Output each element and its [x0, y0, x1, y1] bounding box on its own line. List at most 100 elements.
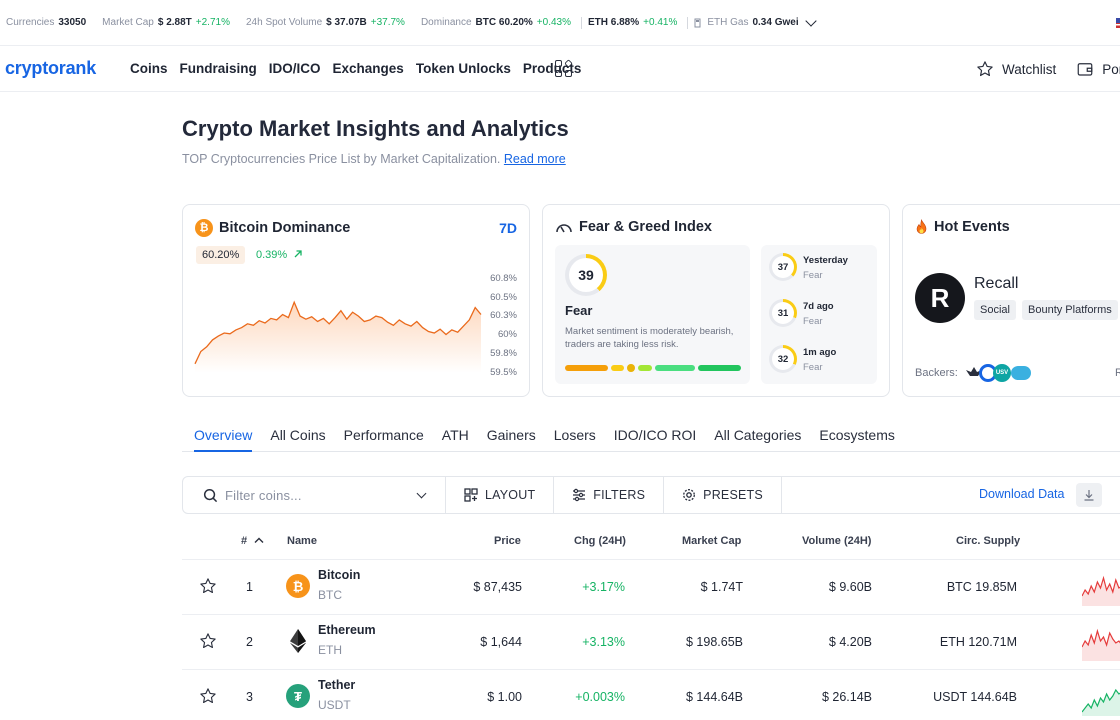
watchlist-star-icon[interactable]: [199, 632, 217, 650]
table-row[interactable]: 1 ₿ Bitcoin BTC $ 87,435 +3.17% $ 1.74T $ 9.60B…: [182, 560, 1120, 615]
subtitle-text: TOP Cryptocurrencies Price List by Marke…: [182, 152, 501, 166]
ticker-label: Dominance: [420, 17, 472, 28]
us-flag-icon[interactable]: [1116, 18, 1120, 28]
gear-icon: [683, 489, 696, 501]
tab-ecosystems[interactable]: Ecosystems: [810, 420, 903, 451]
coin-symbol: ETH: [318, 643, 342, 657]
ticker-label: ETH Gas: [707, 17, 749, 28]
col-circ-supply[interactable]: Circ. Supply: [956, 535, 1020, 547]
history-value: 31: [772, 302, 794, 324]
table-row[interactable]: 3 ₮ Tether USDT $ 1.00 +0.003% $ 144.64B $ 26.1…: [182, 670, 1120, 720]
range-selector[interactable]: 7D: [499, 220, 517, 236]
col-market-cap[interactable]: Market Cap: [682, 535, 741, 547]
ticker-eth-gas[interactable]: ETH Gas 0.34 Gwei: [694, 14, 817, 28]
nav-item-fundraising[interactable]: Fundraising: [180, 61, 257, 76]
ticker-change: +0.41%: [643, 17, 678, 28]
ticker-value: $ 2.88T: [157, 17, 192, 28]
portfolio-link[interactable]: Portfo: [1102, 62, 1120, 77]
hot-events-card[interactable]: Hot Events R Recall Social Bounty Platfo…: [902, 204, 1120, 397]
tab-all-coins[interactable]: All Coins: [261, 420, 334, 451]
tab-gainers[interactable]: Gainers: [478, 420, 545, 451]
bitcoin-dominance-card[interactable]: ₿ Bitcoin Dominance 7D 60.20% 0.39% 60.8%…: [182, 204, 530, 397]
ticker-label: Currencies: [6, 17, 55, 28]
col-rank[interactable]: #: [241, 535, 264, 547]
price-sparkline: [1082, 628, 1120, 661]
download-button[interactable]: [1076, 483, 1102, 507]
dominance-area: [195, 302, 481, 373]
supply-cell: USDT 144.64B: [933, 690, 1017, 704]
volume-cell: $ 9.60B: [828, 580, 872, 594]
col-name[interactable]: Name: [287, 535, 317, 547]
nav-item-ido-ico[interactable]: IDO/ICO: [269, 61, 321, 76]
table-toolbar: Filter coins... LAYOUT FILTERS PRESETS D…: [182, 476, 1120, 514]
ticker-spot-volume: 24h Spot Volume $ 37.07B +37.7%: [246, 17, 405, 28]
search-input[interactable]: Filter coins...: [225, 488, 302, 503]
chevron-down-icon[interactable]: [416, 488, 427, 499]
usdt-icon: ₮: [286, 684, 310, 708]
nav-item-coins[interactable]: Coins: [130, 61, 168, 76]
sentiment-scale-bar: [565, 364, 741, 372]
event-tag[interactable]: Social: [974, 300, 1016, 320]
table-tabs: Overview All Coins Performance ATH Gaine…: [182, 420, 1120, 452]
nav-item-token-unlocks[interactable]: Token Unlocks: [416, 61, 511, 76]
coin-name[interactable]: Tether: [318, 678, 355, 692]
market-cap-cell: $ 144.64B: [686, 690, 743, 704]
card-title: Hot Events: [915, 219, 1010, 235]
page-subtitle: TOP Cryptocurrencies Price List by Marke…: [182, 152, 566, 166]
ticker-change: +37.7%: [370, 17, 405, 28]
presets-label: PRESETS: [703, 488, 763, 502]
coin-name[interactable]: Bitcoin: [318, 568, 360, 582]
rank-cell: 1: [246, 580, 253, 594]
col-volume[interactable]: Volume (24H): [802, 535, 871, 547]
col-price[interactable]: Price: [494, 535, 521, 547]
page-title: Crypto Market Insights and Analytics: [182, 116, 569, 141]
backer-logo[interactable]: [1011, 366, 1031, 380]
card-title-text: Hot Events: [934, 219, 1010, 235]
change-cell: +3.17%: [582, 580, 625, 594]
dominance-chart[interactable]: [194, 273, 495, 383]
backer-logo[interactable]: USV: [993, 364, 1011, 382]
watchlist-link[interactable]: Watchlist: [1002, 62, 1056, 77]
chevron-down-icon[interactable]: [804, 14, 817, 27]
coin-name[interactable]: Ethereum: [318, 623, 376, 637]
col-chg[interactable]: Chg (24H): [574, 535, 626, 547]
nav-item-exchanges[interactable]: Exchanges: [333, 61, 404, 76]
tab-all-categories[interactable]: All Categories: [705, 420, 810, 451]
presets-button[interactable]: PRESETS: [664, 477, 782, 513]
products-grid-icon[interactable]: [555, 59, 573, 78]
scale-segment: [638, 365, 652, 371]
read-more-link[interactable]: Read more: [504, 152, 566, 166]
star-icon[interactable]: [976, 60, 994, 78]
y-axis-label: 59.8%: [490, 347, 517, 359]
price-cell: $ 87,435: [473, 580, 522, 594]
y-axis-label: 60%: [497, 329, 517, 341]
table-row[interactable]: 2 Ethereum ETH $ 1,644 +3.13% $ 198.65B $ 4.20…: [182, 615, 1120, 670]
watchlist-star-icon[interactable]: [199, 687, 217, 705]
tab-ath[interactable]: ATH: [433, 420, 478, 451]
tab-performance[interactable]: Performance: [335, 420, 433, 451]
recall-logo[interactable]: R: [915, 273, 965, 323]
download-data-link[interactable]: Download Data: [979, 487, 1064, 501]
tab-losers[interactable]: Losers: [545, 420, 605, 451]
dominance-value: 60.20%: [196, 246, 246, 264]
price-cell: $ 1,644: [480, 635, 522, 649]
event-name[interactable]: Recall: [974, 275, 1018, 293]
supply-cell: ETH 120.71M: [939, 635, 1017, 649]
scale-segment: [565, 365, 608, 371]
tab-overview[interactable]: Overview: [182, 420, 261, 452]
eth-icon: [286, 629, 310, 653]
watchlist-star-icon[interactable]: [199, 577, 217, 595]
card-title: Fear & Greed Index: [555, 219, 712, 235]
filter-coins-search[interactable]: Filter coins...: [183, 477, 446, 513]
cryptorank-logo[interactable]: cryptorank: [5, 58, 96, 79]
event-tag[interactable]: Bounty Platforms: [1022, 300, 1118, 320]
ticker-market-cap: Market Cap $ 2.88T +2.71%: [102, 17, 230, 28]
tab-ido-ico-roi[interactable]: IDO/ICO ROI: [605, 420, 705, 451]
volume-cell: $ 4.20B: [828, 635, 872, 649]
wallet-icon[interactable]: [1076, 60, 1094, 78]
y-axis-label: 59.5%: [490, 366, 517, 378]
sort-asc-icon[interactable]: [254, 536, 264, 544]
fear-greed-card[interactable]: Fear & Greed Index 39 Fear Market sentim…: [542, 204, 890, 397]
layout-button[interactable]: LAYOUT: [446, 477, 555, 513]
filters-button[interactable]: FILTERS: [554, 477, 665, 513]
